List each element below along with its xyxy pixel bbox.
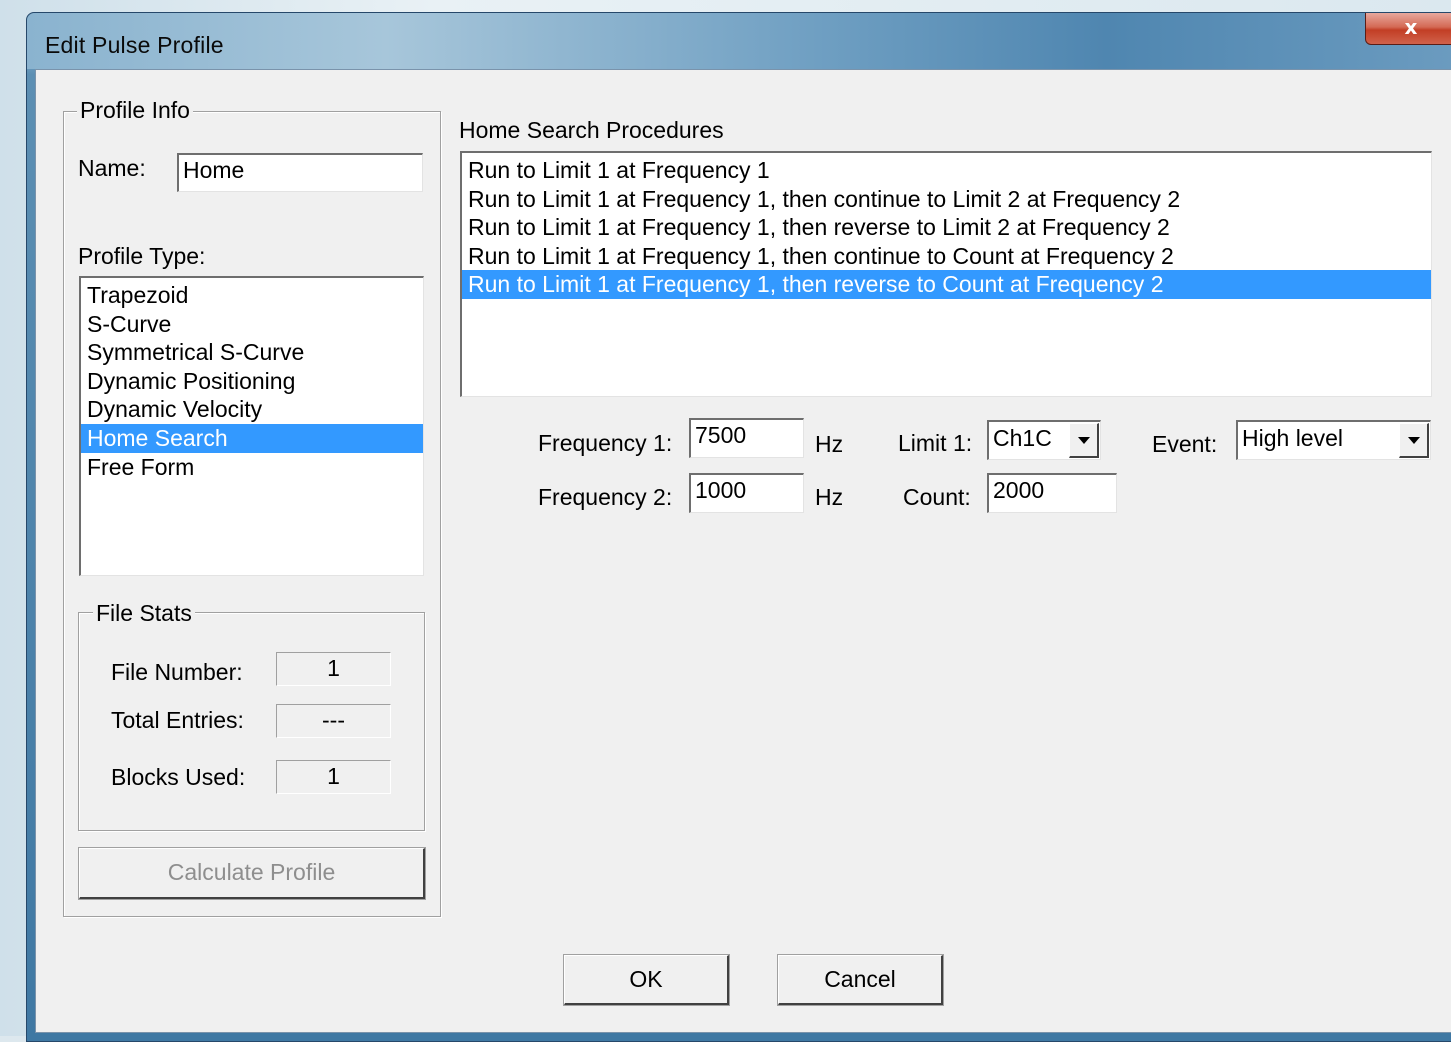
count-label: Count: — [903, 484, 971, 510]
limit1-dropdown-button[interactable] — [1069, 423, 1099, 458]
cancel-button[interactable]: Cancel — [777, 954, 944, 1006]
frequency1-field[interactable]: 7500 — [689, 418, 804, 458]
profile-type-item[interactable]: Dynamic Velocity — [81, 395, 423, 424]
file-stats-group-label: File Stats — [93, 600, 195, 627]
name-field[interactable]: Home — [177, 153, 423, 192]
blocks-used-value: 1 — [276, 760, 391, 794]
close-button[interactable]: x — [1365, 13, 1451, 45]
frequency2-label: Frequency 2: — [538, 484, 673, 510]
blocks-used-label: Blocks Used: — [111, 764, 246, 790]
chevron-down-icon — [1408, 437, 1420, 444]
total-entries-label: Total Entries: — [111, 707, 244, 733]
procedure-item[interactable]: Run to Limit 1 at Frequency 1, then reve… — [462, 270, 1431, 299]
procedure-item[interactable]: Run to Limit 1 at Frequency 1, then cont… — [462, 185, 1431, 214]
procedure-item[interactable]: Run to Limit 1 at Frequency 1 — [462, 156, 1431, 185]
event-dropdown-button[interactable] — [1399, 423, 1429, 458]
dialog-window: Edit Pulse Profile x Profile Info Name: … — [26, 12, 1451, 1042]
profile-type-item[interactable]: Symmetrical S-Curve — [81, 338, 423, 367]
calculate-profile-button[interactable]: Calculate Profile — [78, 847, 426, 900]
ok-button[interactable]: OK — [563, 954, 730, 1006]
dialog-client-area: Profile Info Name: Home Profile Type: Tr… — [35, 69, 1451, 1033]
limit1-label: Limit 1: — [898, 430, 973, 456]
profile-type-item[interactable]: S-Curve — [81, 310, 423, 339]
profile-type-label: Profile Type: — [78, 243, 206, 269]
frequency1-unit: Hz — [815, 431, 844, 457]
title-bar[interactable]: Edit Pulse Profile x — [27, 13, 1451, 69]
total-entries-value: --- — [276, 704, 391, 738]
profile-type-item[interactable]: Home Search — [81, 423, 423, 453]
chevron-down-icon — [1078, 437, 1090, 444]
home-search-label: Home Search Procedures — [459, 117, 724, 143]
profile-type-item[interactable]: Dynamic Positioning — [81, 367, 423, 396]
name-label: Name: — [78, 155, 146, 181]
profile-type-list[interactable]: Trapezoid S-Curve Symmetrical S-Curve Dynam… — [79, 276, 424, 576]
profile-info-group-label: Profile Info — [77, 97, 193, 124]
frequency2-field[interactable]: 1000 — [689, 473, 804, 513]
home-search-procedure-list[interactable]: Run to Limit 1 at Frequency 1 Run to Limi… — [460, 151, 1432, 397]
count-field[interactable]: 2000 — [987, 473, 1117, 513]
frequency2-unit: Hz — [815, 484, 844, 510]
frequency1-label: Frequency 1: — [538, 430, 673, 456]
event-select[interactable]: High level — [1236, 420, 1431, 460]
procedure-item[interactable]: Run to Limit 1 at Frequency 1, then cont… — [462, 242, 1431, 271]
close-icon: x — [1404, 15, 1418, 39]
event-label: Event: — [1152, 431, 1218, 457]
window-title: Edit Pulse Profile — [45, 32, 224, 58]
event-select-value: High level — [1242, 425, 1343, 451]
limit1-select[interactable]: Ch1C — [987, 420, 1101, 460]
limit1-select-value: Ch1C — [993, 425, 1052, 451]
file-number-value: 1 — [276, 652, 391, 686]
profile-type-item[interactable]: Trapezoid — [81, 281, 423, 310]
file-number-label: File Number: — [111, 659, 243, 685]
procedure-item[interactable]: Run to Limit 1 at Frequency 1, then reve… — [462, 213, 1431, 242]
profile-type-item[interactable]: Free Form — [81, 453, 423, 482]
